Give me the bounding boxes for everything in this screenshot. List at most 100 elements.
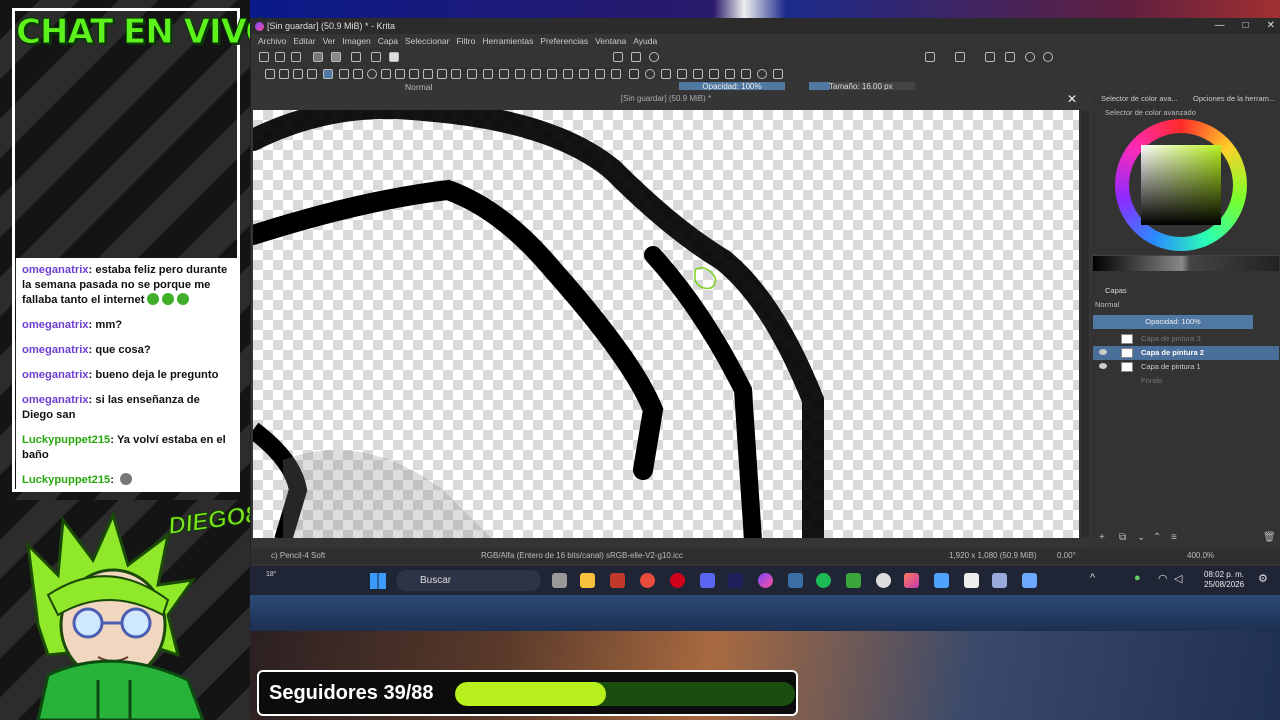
- bezier-select-icon[interactable]: [725, 69, 735, 79]
- tab-advanced-color-selector[interactable]: Selector de color ava...: [1101, 90, 1178, 108]
- notification-icon[interactable]: ⚙: [1258, 572, 1268, 585]
- mirror-vertical-icon[interactable]: [955, 52, 965, 62]
- app-icon-5[interactable]: [1022, 573, 1037, 588]
- bezier-tool-icon[interactable]: [409, 69, 419, 79]
- line-tool-icon[interactable]: [339, 69, 349, 79]
- fill-tool-icon[interactable]: [579, 69, 589, 79]
- wifi-icon[interactable]: ◠: [1158, 572, 1168, 585]
- eye-icon[interactable]: [1099, 363, 1107, 369]
- duplicate-layer-icon[interactable]: ⧉: [1119, 532, 1126, 543]
- crop-tool-icon[interactable]: [499, 69, 509, 79]
- close-document-icon[interactable]: ✕: [1067, 90, 1077, 108]
- spotify-icon[interactable]: [816, 573, 831, 588]
- layer-row[interactable]: Capa de pintura 2: [1093, 346, 1279, 360]
- contiguous-select-icon[interactable]: [693, 69, 703, 79]
- color-history-gradient[interactable]: [1093, 255, 1279, 271]
- transform-tool-icon[interactable]: [467, 69, 477, 79]
- freehand-path-icon[interactable]: [423, 69, 433, 79]
- rect-select-icon[interactable]: [629, 69, 639, 79]
- open-document-icon[interactable]: [275, 52, 285, 62]
- polygon-tool-icon[interactable]: [381, 69, 391, 79]
- canvas-only-icon[interactable]: [1005, 52, 1015, 62]
- text-tool-icon[interactable]: [279, 69, 289, 79]
- calligraphy-icon[interactable]: [307, 69, 317, 79]
- edit-brush-settings-icon[interactable]: [351, 52, 361, 62]
- smart-patch-icon[interactable]: [563, 69, 573, 79]
- select-tool-icon[interactable]: [265, 69, 275, 79]
- brush-presets-icon[interactable]: [371, 52, 381, 62]
- layer-opacity-slider[interactable]: Opacidad: 100%: [1093, 315, 1253, 329]
- move-down-icon[interactable]: ⌄: [1137, 532, 1145, 543]
- app-icon[interactable]: [610, 573, 625, 588]
- menu-herramientas[interactable]: Herramientas: [482, 34, 533, 48]
- ellipse-select-icon[interactable]: [645, 69, 655, 79]
- mirror-horizontal-icon[interactable]: [925, 52, 935, 62]
- menu-preferencias[interactable]: Preferencias: [540, 34, 588, 48]
- maximize-icon[interactable]: □: [1243, 18, 1249, 34]
- layer-menu-icon[interactable]: ≡: [1171, 532, 1177, 543]
- menu-seleccionar[interactable]: Seleccionar: [405, 34, 449, 48]
- save-icon[interactable]: [291, 52, 301, 62]
- rectangle-tool-icon[interactable]: [353, 69, 363, 79]
- layer-row[interactable]: Capa de pintura 3: [1093, 332, 1279, 346]
- opera-icon[interactable]: [670, 573, 685, 588]
- undo-icon[interactable]: [1025, 52, 1035, 62]
- zoom-level[interactable]: 400.0%: [1187, 548, 1214, 564]
- polyline-tool-icon[interactable]: [395, 69, 405, 79]
- redo-icon[interactable]: [1043, 52, 1053, 62]
- dynamic-brush-icon[interactable]: [437, 69, 447, 79]
- menu-ver[interactable]: Ver: [323, 34, 336, 48]
- taskbar-search[interactable]: Buscar: [396, 570, 541, 591]
- move-up-icon[interactable]: ⌃: [1153, 532, 1161, 543]
- eye-icon[interactable]: [1099, 349, 1107, 355]
- menu-imagen[interactable]: Imagen: [342, 34, 370, 48]
- zoom-tool-icon[interactable]: [757, 69, 767, 79]
- gradient-icon[interactable]: [313, 52, 323, 62]
- pan-tool-icon[interactable]: [773, 69, 783, 79]
- move-tool-icon[interactable]: [483, 69, 493, 79]
- ellipse-tool-icon[interactable]: [367, 69, 377, 79]
- similar-select-icon[interactable]: [709, 69, 719, 79]
- layer-row[interactable]: Capa de pintura 1: [1093, 360, 1279, 374]
- chevron-up-icon[interactable]: ^: [1090, 572, 1095, 584]
- drawing-canvas[interactable]: [253, 110, 1079, 538]
- menu-editar[interactable]: Editar: [293, 34, 315, 48]
- pattern-icon[interactable]: [331, 52, 341, 62]
- microphone-icon[interactable]: ●: [1134, 572, 1141, 584]
- minecraft-icon[interactable]: [846, 573, 861, 588]
- store-icon[interactable]: [964, 573, 979, 588]
- close-icon[interactable]: ✕: [1267, 18, 1275, 34]
- preserve-alpha-icon[interactable]: [631, 52, 641, 62]
- colorize-mask-icon[interactable]: [547, 69, 557, 79]
- magnetic-select-icon[interactable]: [741, 69, 751, 79]
- premiere-icon[interactable]: [728, 573, 743, 588]
- enclose-fill-icon[interactable]: [595, 69, 605, 79]
- menu-capa[interactable]: Capa: [378, 34, 398, 48]
- freehand-select-icon[interactable]: [677, 69, 687, 79]
- volume-icon[interactable]: ◁: [1174, 572, 1182, 585]
- edit-shapes-icon[interactable]: [293, 69, 303, 79]
- eraser-icon[interactable]: [613, 52, 623, 62]
- menu-ventana[interactable]: Ventana: [595, 34, 626, 48]
- polygon-select-icon[interactable]: [661, 69, 671, 79]
- menu-filtro[interactable]: Filtro: [456, 34, 475, 48]
- chrome-icon[interactable]: [640, 573, 655, 588]
- minimize-icon[interactable]: —: [1215, 18, 1225, 34]
- app-icon-4[interactable]: [992, 573, 1007, 588]
- app-icon-3[interactable]: [934, 573, 949, 588]
- new-document-icon[interactable]: [259, 52, 269, 62]
- wrap-around-icon[interactable]: [985, 52, 995, 62]
- color-picker-icon[interactable]: [531, 69, 541, 79]
- add-layer-icon[interactable]: +: [1099, 532, 1105, 543]
- steam-icon[interactable]: [788, 573, 803, 588]
- krita-taskbar-icon[interactable]: [758, 573, 773, 588]
- tab-tool-options[interactable]: Opciones de la herram...: [1193, 90, 1275, 108]
- obs-icon[interactable]: [876, 573, 891, 588]
- task-view-icon[interactable]: [552, 573, 567, 588]
- assistant-tool-icon[interactable]: [611, 69, 621, 79]
- current-brush[interactable]: c) Pencil-4 Soft: [271, 548, 325, 564]
- freehand-brush-icon[interactable]: [323, 69, 333, 79]
- discord-icon[interactable]: [700, 573, 715, 588]
- file-explorer-icon[interactable]: [580, 573, 595, 588]
- layer-row[interactable]: Fondo: [1093, 374, 1279, 388]
